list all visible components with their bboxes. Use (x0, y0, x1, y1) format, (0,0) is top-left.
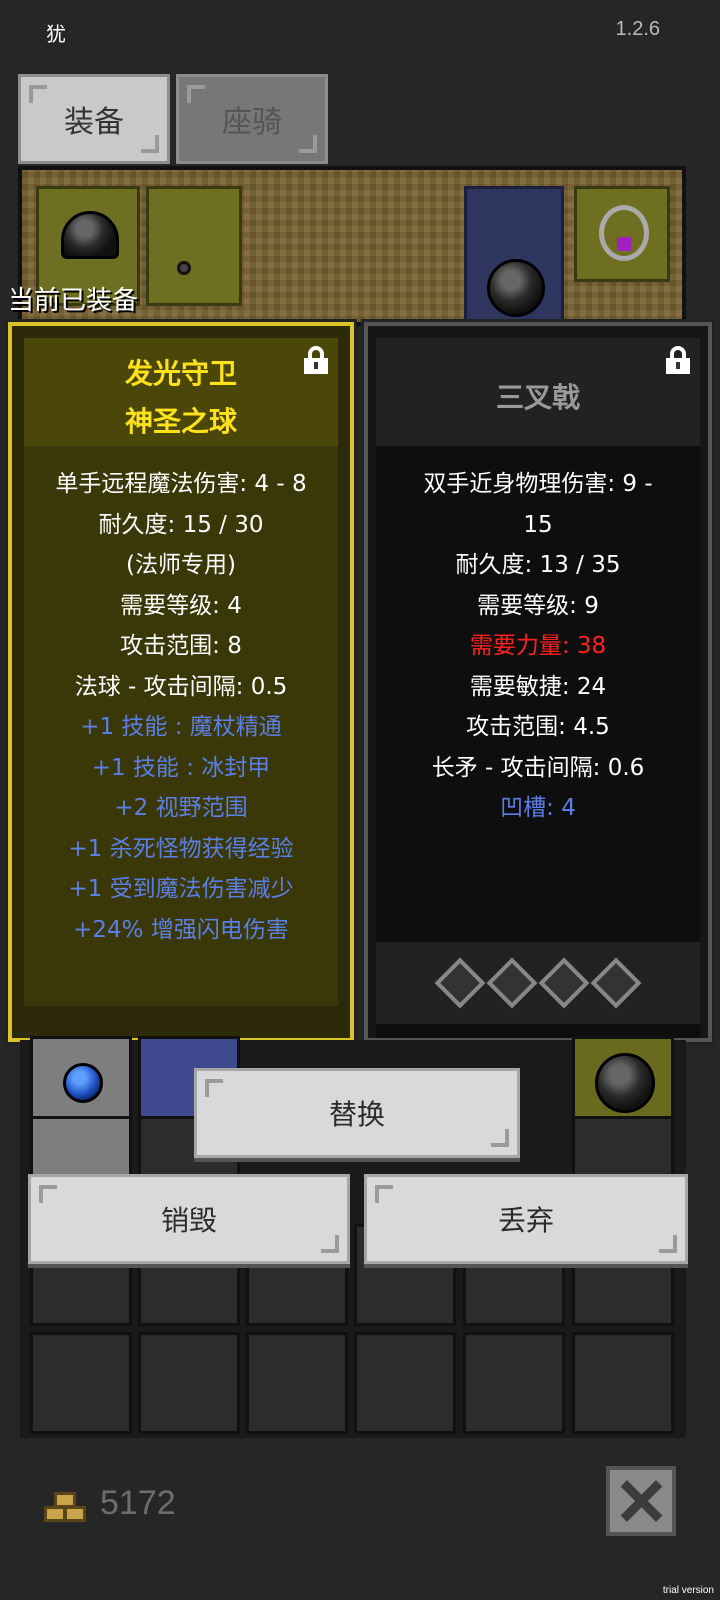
orb-icon (595, 1053, 655, 1113)
stat-line: 需要敏捷: 24 (469, 673, 607, 700)
item-title-box: 发光守卫 神圣之球 (24, 338, 338, 446)
equipped-item-card: 发光守卫 神圣之球 单手远程魔法伤害: 4 - 8 耐久度: 15 / 30 (… (8, 322, 354, 1042)
bonus-line: +1 技能 : 冰封甲 (91, 754, 271, 781)
orb-icon (487, 259, 545, 317)
corner-decoration (39, 1185, 57, 1203)
lock-icon[interactable] (666, 346, 690, 374)
item-stats: 双手近身物理伤害: 9 - 15 耐久度: 13 / 35 需要等级: 9 需要… (376, 464, 700, 829)
wand-icon (177, 261, 191, 275)
character-name: 犹 (46, 22, 66, 46)
item-title-box: 三叉戟 (376, 338, 700, 446)
stat-line: 需要等级: 4 (120, 592, 242, 619)
corner-decoration (141, 135, 159, 153)
replace-button-label: 替换 (328, 1098, 385, 1131)
corner-decoration (187, 85, 205, 103)
equip-slot-weapon[interactable] (146, 186, 242, 306)
stat-line: 单手远程魔法伤害: 4 - 8 (55, 471, 307, 497)
bonus-line: +24% 增强闪电伤害 (73, 916, 289, 943)
inventory-slot[interactable] (246, 1332, 348, 1434)
stat-line: 长矛 - 攻击间隔: 0.6 (431, 754, 645, 781)
coin (44, 1506, 66, 1522)
bonus-line: +2 视野范围 (114, 795, 248, 821)
empty-socket-icon (590, 957, 642, 1009)
card-body: 三叉戟 双手近身物理伤害: 9 - 15 耐久度: 13 / 35 需要等级: … (376, 338, 700, 1038)
bonus-line: +1 杀死怪物获得经验 (68, 835, 294, 862)
stat-line: 需要等级: 9 (477, 592, 599, 619)
stat-line: 攻击范围: 4.5 (466, 714, 610, 740)
close-icon[interactable] (606, 1466, 676, 1536)
lock-icon[interactable] (304, 346, 328, 374)
item-name: 发光守卫 (124, 357, 237, 390)
destroy-button-label: 销毁 (160, 1204, 217, 1237)
socket-row (376, 942, 700, 1024)
corner-decoration (659, 1235, 677, 1253)
item-name: 三叉戟 (495, 381, 580, 414)
stat-line: (法师专用) (126, 552, 236, 578)
bonus-line: +1 受到魔法伤害减少 (68, 876, 294, 902)
coin (64, 1506, 86, 1522)
equip-slot-amulet[interactable] (574, 186, 670, 282)
currently-equipped-label: 当前已装备 (8, 286, 139, 316)
gold-amount: 5172 (100, 1484, 176, 1522)
corner-decoration (29, 85, 47, 103)
amulet-icon (599, 205, 649, 261)
stat-line: 攻击范围: 8 (120, 633, 242, 659)
socket-count-line: 凹槽: 4 (500, 795, 576, 821)
tab-mount[interactable]: 座骑 (176, 74, 328, 164)
inventory-slot[interactable] (354, 1332, 456, 1434)
blue-potion-icon (63, 1063, 103, 1103)
empty-socket-icon (434, 957, 486, 1009)
replace-button[interactable]: 替换 (194, 1068, 520, 1158)
compared-item-card: 三叉戟 双手近身物理伤害: 9 - 15 耐久度: 13 / 35 需要等级: … (364, 322, 712, 1042)
item-type: 神圣之球 (124, 405, 237, 438)
destroy-button[interactable]: 销毁 (28, 1174, 350, 1264)
version-label: 1.2.6 (615, 18, 660, 40)
corner-decoration (491, 1129, 509, 1147)
corner-decoration (321, 1235, 339, 1253)
tab-equipment-label: 装备 (64, 105, 124, 140)
corner-decoration (299, 135, 317, 153)
empty-socket-icon (538, 957, 590, 1009)
stat-line: 法球 - 攻击间隔: 0.5 (74, 673, 288, 700)
tab-mount-label: 座骑 (222, 105, 282, 140)
discard-button[interactable]: 丢弃 (364, 1174, 688, 1264)
equip-slot-armor[interactable] (464, 186, 564, 326)
empty-socket-icon (486, 957, 538, 1009)
stat-line: 15 (523, 511, 553, 538)
lock-keyhole (314, 362, 318, 369)
discard-button-label: 丢弃 (497, 1204, 554, 1237)
inventory-slot[interactable] (30, 1332, 132, 1434)
inventory-slot[interactable] (138, 1332, 240, 1434)
inventory-slot[interactable] (463, 1332, 565, 1434)
bonus-line: +1 技能 : 魔杖精通 (80, 714, 282, 740)
requirement-unmet-line: 需要力量: 38 (469, 633, 607, 659)
stat-line: 双手近身物理伤害: 9 - (423, 471, 653, 497)
stat-line: 耐久度: 15 / 30 (98, 511, 264, 538)
gem-icon (617, 237, 631, 251)
inventory-slot[interactable] (572, 1332, 674, 1434)
lock-keyhole (676, 362, 680, 369)
top-bar: 犹 1.2.6 (0, 0, 720, 62)
watermark: trial version (662, 1585, 714, 1596)
gold-coins-icon (44, 1490, 90, 1524)
corner-decoration (205, 1079, 223, 1097)
coin (54, 1492, 76, 1508)
item-stats: 单手远程魔法伤害: 4 - 8 耐久度: 15 / 30 (法师专用) 需要等级… (24, 464, 338, 950)
tab-equipment[interactable]: 装备 (18, 74, 170, 164)
stat-line: 耐久度: 13 / 35 (455, 552, 621, 578)
helmet-icon (61, 211, 119, 259)
corner-decoration (375, 1185, 393, 1203)
card-body: 发光守卫 神圣之球 单手远程魔法伤害: 4 - 8 耐久度: 15 / 30 (… (24, 338, 338, 1006)
